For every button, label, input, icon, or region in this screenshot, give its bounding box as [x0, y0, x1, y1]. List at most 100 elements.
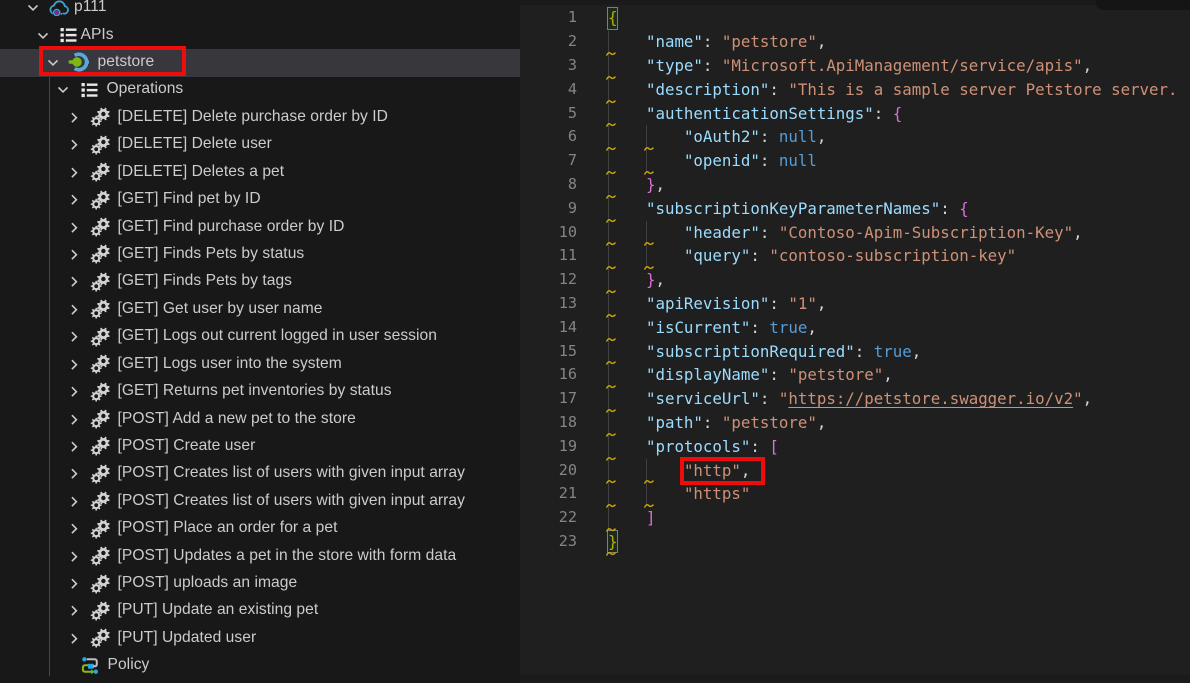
warning-squiggle-icon: [606, 74, 616, 81]
tree-item-get-find-pet-by-id[interactable]: [GET] Find pet by ID: [0, 186, 520, 214]
chevron-right-icon[interactable]: [68, 304, 80, 316]
chevron-right-icon[interactable]: [68, 441, 80, 453]
tree-item-delete-delete-purchase-order-by-id[interactable]: [DELETE] Delete purchase order by ID: [0, 104, 520, 132]
tree-item-post-uploads-an-image[interactable]: [POST] uploads an image: [0, 570, 520, 598]
tree-item-get-finds-pets-by-status[interactable]: [GET] Finds Pets by status: [0, 241, 520, 269]
chevron-right-icon[interactable]: [68, 496, 80, 508]
code-line[interactable]: "oAuth2": null,: [608, 125, 826, 149]
tree-item-policy[interactable]: Policy: [0, 652, 520, 680]
chevron-right-icon[interactable]: [68, 167, 80, 179]
warning-squiggle-icon: [644, 264, 654, 271]
code-token-key: "name": [646, 32, 703, 51]
chevron-right-icon[interactable]: [68, 633, 80, 645]
tree-item-get-get-user-by-user-name[interactable]: [GET] Get user by user name: [0, 296, 520, 324]
code-line[interactable]: "description": "This is a sample server …: [608, 78, 1178, 102]
gears-icon: [90, 271, 112, 293]
gears-icon: [90, 600, 112, 622]
code-line[interactable]: "displayName": "petstore",: [608, 363, 893, 387]
tree-item-p111[interactable]: p111: [0, 0, 520, 22]
gears-icon: [90, 627, 112, 649]
code-token-key: "authenticationSettings": [646, 104, 874, 123]
code-line[interactable]: "path": "petstore",: [608, 411, 826, 435]
code-token-pu: :: [703, 32, 722, 51]
chevron-right-icon[interactable]: [68, 194, 80, 206]
chevron-down-icon[interactable]: [37, 30, 49, 42]
chevron-right-icon[interactable]: [68, 468, 80, 480]
tree-item-get-logs-out-current-logged-in-user-session[interactable]: [GET] Logs out current logged in user se…: [0, 323, 520, 351]
chevron-right-icon[interactable]: [68, 249, 80, 261]
code-line[interactable]: "authenticationSettings": {: [608, 102, 902, 126]
json-editor[interactable]: 1234567891011121314151617181920212223 { …: [520, 0, 1190, 683]
warning-squiggle-icon: [606, 288, 616, 295]
tree-item-get-returns-pet-inventories-by-status[interactable]: [GET] Returns pet inventories by status: [0, 378, 520, 406]
tree-item-label: [POST] Add a new pet to the store: [118, 410, 356, 428]
tree-item-label: [GET] Find pet by ID: [118, 190, 261, 208]
code-line[interactable]: "subscriptionKeyParameterNames": {: [608, 197, 969, 221]
chevron-right-icon[interactable]: [68, 386, 80, 398]
code-line[interactable]: "type": "Microsoft.ApiManagement/service…: [608, 54, 1092, 78]
tree-item-label: p111: [74, 0, 107, 16]
code-token-str: "petstore": [722, 413, 817, 432]
chevron-right-icon[interactable]: [68, 331, 80, 343]
tree-item-post-create-user[interactable]: [POST] Create user: [0, 433, 520, 461]
tree-item-get-finds-pets-by-tags[interactable]: [GET] Finds Pets by tags: [0, 268, 520, 296]
code-line[interactable]: "header": "Contoso-Apim-Subscription-Key…: [608, 221, 1083, 245]
tree-item-delete-delete-user[interactable]: [DELETE] Delete user: [0, 131, 520, 159]
warning-squiggle-icon: [644, 478, 654, 485]
code-token-ws: [608, 413, 646, 432]
chevron-right-icon[interactable]: [68, 578, 80, 590]
tree-item-delete-deletes-a-pet[interactable]: [DELETE] Deletes a pet: [0, 159, 520, 187]
tree-item-post-creates-list-of-users-with-given-input-array[interactable]: [POST] Creates list of users with given …: [0, 460, 520, 488]
code-line[interactable]: "query": "contoso-subscription-key": [608, 244, 1016, 268]
code-token-ws: [608, 484, 684, 503]
code-line[interactable]: "isCurrent": true,: [608, 316, 817, 340]
code-token-key: "apiRevision": [646, 294, 769, 313]
tree-item-label: [DELETE] Deletes a pet: [118, 163, 285, 181]
code-line[interactable]: "subscriptionRequired": true,: [608, 340, 921, 364]
code-line[interactable]: "apiRevision": "1",: [608, 292, 826, 316]
gears-icon: [90, 298, 112, 320]
code-line[interactable]: "protocols": [: [608, 435, 779, 459]
chevron-down-icon[interactable]: [57, 84, 69, 96]
gears-icon: [90, 353, 112, 375]
code-token-kw: null: [779, 151, 817, 170]
gears-icon: [90, 243, 112, 265]
tree-item-post-creates-list-of-users-with-given-input-array[interactable]: [POST] Creates list of users with given …: [0, 488, 520, 516]
chevron-right-icon[interactable]: [68, 359, 80, 371]
tree-item-post-updates-a-pet-in-the-store-with-form-data[interactable]: [POST] Updates a pet in the store with f…: [0, 543, 520, 571]
chevron-right-icon[interactable]: [68, 523, 80, 535]
gears-icon: [90, 381, 112, 403]
api-tree: p111APIspetstoreOperations[DELETE] Delet…: [0, 0, 520, 683]
line-number: 16: [520, 363, 577, 387]
gears-icon: [90, 463, 112, 485]
chevron-right-icon[interactable]: [68, 139, 80, 151]
tree-item-get-find-purchase-order-by-id[interactable]: [GET] Find purchase order by ID: [0, 214, 520, 242]
tree-item-put-updated-user[interactable]: [PUT] Updated user: [0, 625, 520, 653]
code-line[interactable]: },: [608, 173, 665, 197]
code-token-b1: {: [893, 104, 903, 123]
code-line[interactable]: "https": [608, 482, 750, 506]
code-token-pu: ,: [655, 270, 665, 289]
code-token-key: "description": [646, 80, 769, 99]
code-line[interactable]: "name": "petstore",: [608, 30, 826, 54]
warning-squiggle-icon: [606, 502, 616, 509]
gears-icon: [90, 545, 112, 567]
chevron-right-icon[interactable]: [68, 112, 80, 124]
chevron-right-icon[interactable]: [68, 551, 80, 563]
tree-item-label: [GET] Get user by user name: [118, 300, 323, 318]
tree-item-post-place-an-order-for-a-pet[interactable]: [POST] Place an order for a pet: [0, 515, 520, 543]
chevron-right-icon[interactable]: [68, 605, 80, 617]
chevron-down-icon[interactable]: [27, 2, 39, 14]
tree-item-put-update-an-existing-pet[interactable]: [PUT] Update an existing pet: [0, 597, 520, 625]
code-line[interactable]: },: [608, 268, 665, 292]
chevron-right-icon[interactable]: [68, 222, 80, 234]
chevron-right-icon[interactable]: [68, 414, 80, 426]
chevron-right-icon[interactable]: [68, 276, 80, 288]
code-line[interactable]: "openid": null: [608, 149, 817, 173]
code-token-str: "This is a sample server Petstore server…: [788, 80, 1177, 99]
tree-item-get-logs-user-into-the-system[interactable]: [GET] Logs user into the system: [0, 351, 520, 379]
code-line[interactable]: "serviceUrl": "https://petstore.swagger.…: [608, 387, 1092, 411]
tree-item-post-add-a-new-pet-to-the-store[interactable]: [POST] Add a new pet to the store: [0, 406, 520, 434]
code-token-pu: ,: [883, 365, 893, 384]
tree-item-operations[interactable]: Operations: [0, 76, 520, 104]
